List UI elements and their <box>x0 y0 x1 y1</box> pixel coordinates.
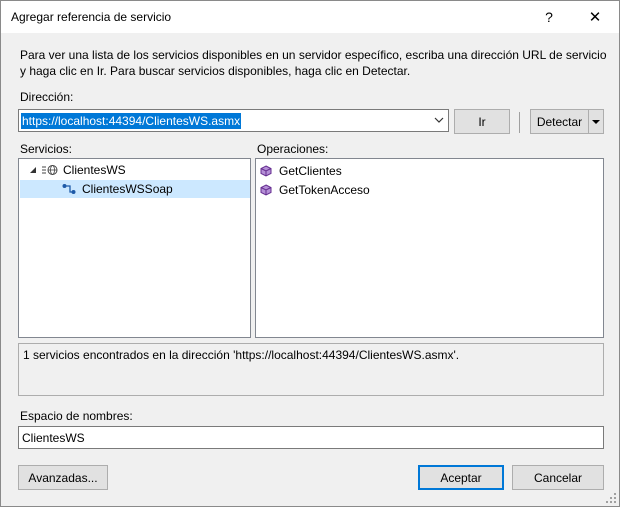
advanced-button[interactable]: Avanzadas... <box>18 465 108 490</box>
list-item[interactable]: GetClientes <box>260 162 342 180</box>
close-button[interactable]: ✕ <box>573 1 617 33</box>
instructions-text: Para ver una lista de los servicios disp… <box>20 48 607 78</box>
discover-button-label: Detectar <box>536 114 583 129</box>
list-item[interactable]: GetTokenAcceso <box>260 181 370 199</box>
dialog-window: Agregar referencia de servicio ? ✕ Para … <box>0 0 620 507</box>
chevron-down-icon[interactable] <box>434 114 444 126</box>
namespace-input-value[interactable]: ClientesWS <box>22 431 85 445</box>
ok-button-label: Aceptar <box>440 470 482 485</box>
help-icon: ? <box>545 9 553 25</box>
discover-button[interactable]: Detectar <box>530 109 589 134</box>
operation-label: GetClientes <box>279 164 342 178</box>
status-text: 1 servicios encontrados en la dirección … <box>23 348 460 362</box>
soap-endpoint-icon <box>62 183 78 195</box>
ok-button[interactable]: Aceptar <box>418 465 504 490</box>
go-button[interactable]: Ir <box>454 109 510 134</box>
title-bar: Agregar referencia de servicio ? ✕ <box>1 1 619 33</box>
advanced-button-label: Avanzadas... <box>28 470 98 485</box>
tree-item-label: ClientesWSSoap <box>82 182 173 196</box>
services-label: Servicios: <box>20 142 73 156</box>
address-label: Dirección: <box>20 90 74 104</box>
dialog-title: Agregar referencia de servicio <box>11 10 172 24</box>
operation-label: GetTokenAcceso <box>279 183 370 197</box>
address-input-value[interactable]: https://localhost:44394/ClientesWS.asmx <box>21 113 242 129</box>
namespace-input[interactable]: ClientesWS <box>18 426 604 449</box>
cancel-button[interactable]: Cancelar <box>512 465 604 490</box>
close-icon: ✕ <box>588 9 602 26</box>
operations-list[interactable]: GetClientes GetTokenAcceso <box>255 158 604 338</box>
expand-triangle-icon[interactable] <box>29 166 39 174</box>
cancel-button-label: Cancelar <box>533 470 583 485</box>
namespace-label: Espacio de nombres: <box>20 409 133 423</box>
address-combobox[interactable]: https://localhost:44394/ClientesWS.asmx <box>18 109 449 132</box>
status-box: 1 servicios encontrados en la dirección … <box>18 343 604 396</box>
tree-item-clientesws[interactable]: ClientesWS <box>29 161 126 179</box>
tree-item-clienteswssoap[interactable]: ClientesWSSoap <box>20 180 250 198</box>
operations-label: Operaciones: <box>257 142 329 156</box>
help-button[interactable]: ? <box>527 1 571 33</box>
caret-down-icon <box>592 119 600 125</box>
method-cube-icon <box>260 165 274 177</box>
go-button-label: Ir <box>478 114 486 129</box>
services-tree[interactable]: ClientesWS ClientesWSSoap <box>18 158 251 338</box>
web-service-icon <box>42 164 60 176</box>
toolbar-separator <box>519 112 520 133</box>
resize-grip-icon[interactable] <box>605 492 617 504</box>
tree-item-label: ClientesWS <box>63 163 126 177</box>
discover-dropdown-button[interactable] <box>588 109 604 134</box>
method-cube-icon <box>260 184 274 196</box>
